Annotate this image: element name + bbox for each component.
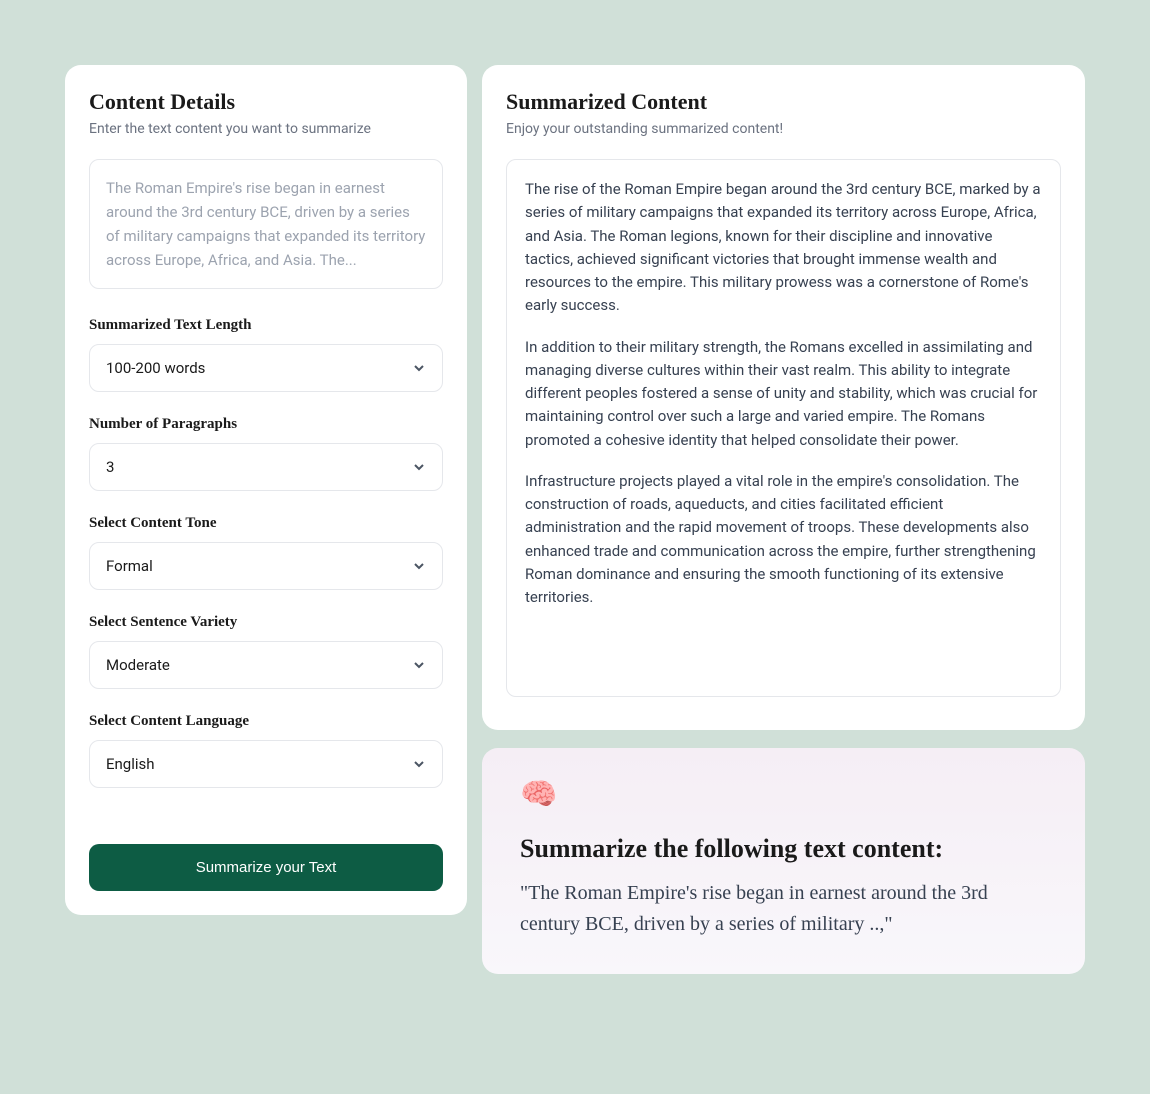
variety-select[interactable]: Moderate bbox=[89, 641, 443, 689]
prompt-card: 🧠 Summarize the following text content: … bbox=[482, 748, 1085, 974]
summary-paragraph: In addition to their military strength, … bbox=[525, 336, 1042, 452]
chevron-down-icon bbox=[412, 361, 426, 375]
summarized-content-card: Summarized Content Enjoy your outstandin… bbox=[482, 65, 1085, 730]
field-paragraphs: Number of Paragraphs 3 bbox=[89, 416, 443, 491]
paragraphs-label: Number of Paragraphs bbox=[89, 416, 443, 433]
language-select[interactable]: English bbox=[89, 740, 443, 788]
chevron-down-icon bbox=[412, 460, 426, 474]
language-label: Select Content Language bbox=[89, 713, 443, 730]
summary-paragraph: Infrastructure projects played a vital r… bbox=[525, 470, 1042, 610]
chevron-down-icon bbox=[412, 559, 426, 573]
summary-subtitle: Enjoy your outstanding summarized conten… bbox=[506, 121, 1061, 137]
chevron-down-icon bbox=[412, 757, 426, 771]
details-subtitle: Enter the text content you want to summa… bbox=[89, 121, 443, 137]
brain-icon: 🧠 bbox=[520, 780, 1047, 810]
chevron-down-icon bbox=[412, 658, 426, 672]
summary-title: Summarized Content bbox=[506, 89, 1061, 115]
length-label: Summarized Text Length bbox=[89, 317, 443, 334]
content-input[interactable]: The Roman Empire's rise began in earnest… bbox=[89, 159, 443, 289]
tone-value: Formal bbox=[106, 557, 153, 575]
details-title: Content Details bbox=[89, 89, 443, 115]
summary-output: The rise of the Roman Empire began aroun… bbox=[506, 159, 1061, 697]
prompt-text: "The Roman Empire's rise began in earnes… bbox=[520, 878, 1047, 940]
paragraphs-select[interactable]: 3 bbox=[89, 443, 443, 491]
content-details-card: Content Details Enter the text content y… bbox=[65, 65, 467, 915]
summarize-button[interactable]: Summarize your Text bbox=[89, 844, 443, 891]
tone-label: Select Content Tone bbox=[89, 515, 443, 532]
tone-select[interactable]: Formal bbox=[89, 542, 443, 590]
variety-value: Moderate bbox=[106, 656, 170, 674]
length-select[interactable]: 100-200 words bbox=[89, 344, 443, 392]
field-language: Select Content Language English bbox=[89, 713, 443, 788]
language-value: English bbox=[106, 755, 155, 773]
prompt-title: Summarize the following text content: bbox=[520, 834, 1047, 864]
length-value: 100-200 words bbox=[106, 359, 205, 377]
summary-paragraph: The rise of the Roman Empire began aroun… bbox=[525, 178, 1042, 318]
field-variety: Select Sentence Variety Moderate bbox=[89, 614, 443, 689]
paragraphs-value: 3 bbox=[106, 458, 114, 476]
field-length: Summarized Text Length 100-200 words bbox=[89, 317, 443, 392]
variety-label: Select Sentence Variety bbox=[89, 614, 443, 631]
field-tone: Select Content Tone Formal bbox=[89, 515, 443, 590]
